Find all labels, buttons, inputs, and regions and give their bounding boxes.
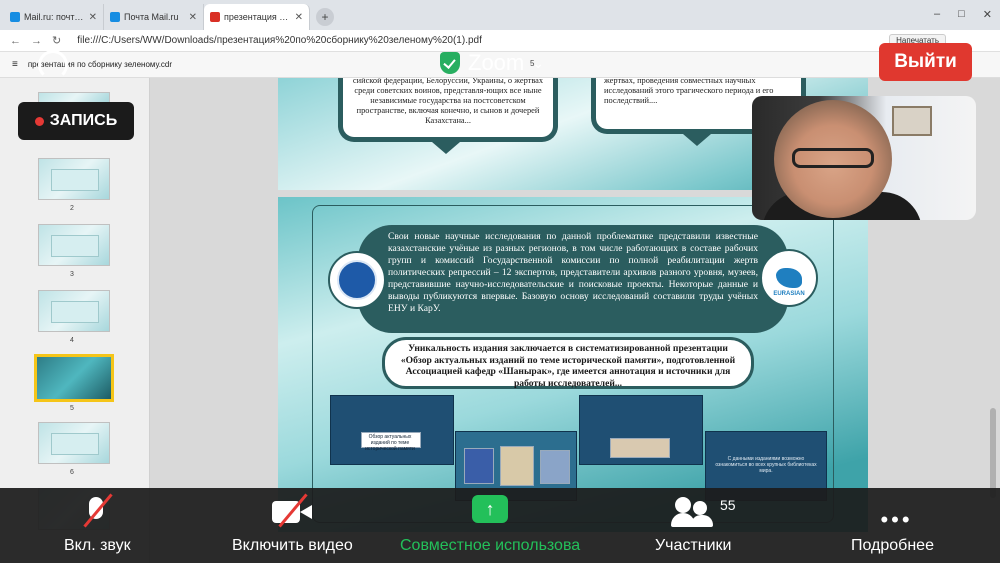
thumbnail-page-3[interactable] — [38, 224, 110, 266]
thumbnail-number: 3 — [70, 271, 74, 278]
participants-label: Участники — [655, 537, 732, 554]
logo-label: EURASIAN — [773, 291, 805, 297]
browser-tab-mailru[interactable]: Mail.ru: почта, поиск в инт ✕ — [4, 4, 104, 30]
share-arrow-icon: ↑ — [472, 495, 509, 523]
more-dots-icon: ••• — [880, 507, 913, 532]
mail-favicon-icon — [110, 12, 120, 22]
mailru-favicon-icon — [10, 12, 20, 22]
screen: Mail.ru: почта, поиск в инт ✕ Почта Mail… — [0, 0, 1000, 563]
menu-icon[interactable]: ≡ — [12, 59, 18, 70]
participants-icon — [675, 497, 692, 513]
browser-tab-strip: Mail.ru: почта, поиск в инт ✕ Почта Mail… — [0, 0, 1000, 30]
chevron-down-icon: ⌄ — [532, 54, 544, 71]
thumbnail-page-6[interactable] — [38, 422, 110, 464]
slide-image-library — [579, 395, 703, 465]
slide-text-researchers: Свои новые научные исследования по данно… — [358, 225, 788, 333]
arrow-down-icon — [432, 142, 460, 154]
more-label: Подробнее — [851, 537, 934, 554]
thumbnail-number: 4 — [70, 337, 74, 344]
pdf-favicon-icon — [210, 12, 220, 22]
participant-glasses — [792, 148, 874, 168]
slide-text-left: сийской федерации, Белоруссии, Украины, … — [338, 78, 558, 142]
tab-label: Почта Mail.ru — [124, 12, 179, 22]
karaganda-university-logo — [328, 251, 386, 309]
close-window-icon[interactable]: ✕ — [983, 8, 992, 21]
scrollbar[interactable] — [990, 408, 996, 498]
browser-tab-mail[interactable]: Почта Mail.ru ✕ — [104, 4, 204, 30]
minimize-icon[interactable]: – — [934, 8, 940, 21]
thumbnail-page-4[interactable] — [38, 290, 110, 332]
wall-picture — [892, 106, 932, 136]
more-button[interactable]: ••• Подробнее — [851, 488, 934, 563]
zoom-title[interactable]: Zoom ⌄ — [440, 49, 544, 77]
window-controls: – □ ✕ — [934, 8, 992, 21]
tab-label: Mail.ru: почта, поиск в инт — [24, 12, 85, 22]
share-label: Совместное использова — [400, 537, 581, 554]
forward-icon[interactable]: → — [31, 35, 42, 47]
start-video-label: Включить видео — [232, 537, 353, 554]
close-tab-icon[interactable]: ✕ — [89, 12, 97, 23]
unmute-label: Вкл. звук — [64, 537, 131, 554]
recording-label: ЗАПИСЬ — [49, 112, 118, 129]
slide-image-review: Обзор актуальных изданий по теме историч… — [330, 395, 454, 465]
participants-count: 55 — [720, 497, 736, 513]
share-screen-button[interactable]: ↑ Совместное использова — [400, 488, 580, 563]
zoom-title-label: Zoom — [468, 50, 525, 75]
arrow-down-icon — [683, 134, 711, 146]
start-video-button[interactable]: Включить видео — [232, 488, 353, 563]
url-field[interactable]: file:///C:/Users/WW/Downloads/презентаци… — [77, 35, 482, 46]
thumbnail-number: 6 — [70, 469, 74, 476]
close-tab-icon[interactable]: ✕ — [189, 12, 197, 23]
exit-meeting-button[interactable]: Выйти — [879, 43, 972, 81]
tab-label: презентация по сборн — [224, 12, 291, 22]
recording-indicator: ЗАПИСЬ — [18, 102, 134, 140]
thumbnail-number: 2 — [70, 205, 74, 212]
thumbnail-page-2[interactable] — [38, 158, 110, 200]
back-icon[interactable]: ← — [10, 35, 21, 47]
maximize-icon[interactable]: □ — [958, 8, 965, 21]
unmute-button[interactable]: Вкл. звук — [64, 488, 131, 563]
headset-icon[interactable] — [38, 50, 68, 80]
photo-caption: Обзор актуальных изданий по теме историч… — [365, 434, 415, 452]
eurasian-university-logo: EURASIAN — [760, 249, 818, 307]
reload-icon[interactable]: ↻ — [52, 34, 61, 47]
participant-video[interactable] — [752, 96, 976, 220]
close-tab-icon[interactable]: ✕ — [295, 12, 303, 23]
slide-5: Свои новые научные исследования по данно… — [278, 197, 868, 532]
photo-caption: С данными изданиями возможно ознакомитьс… — [715, 456, 817, 474]
thumbnail-page-5-selected[interactable] — [34, 354, 114, 402]
new-tab-button[interactable]: + — [316, 8, 334, 26]
browser-tab-pdf[interactable]: презентация по сборн ✕ — [204, 4, 310, 30]
thumbnail-number: 5 — [70, 405, 74, 412]
zoom-toolbar: Вкл. звук Включить видео ↑ Совместное ис… — [0, 488, 1000, 563]
encryption-shield-icon — [440, 52, 460, 74]
record-dot-icon — [34, 116, 44, 126]
slide-text-uniqueness: Уникальность издания заключается в систе… — [382, 337, 754, 389]
